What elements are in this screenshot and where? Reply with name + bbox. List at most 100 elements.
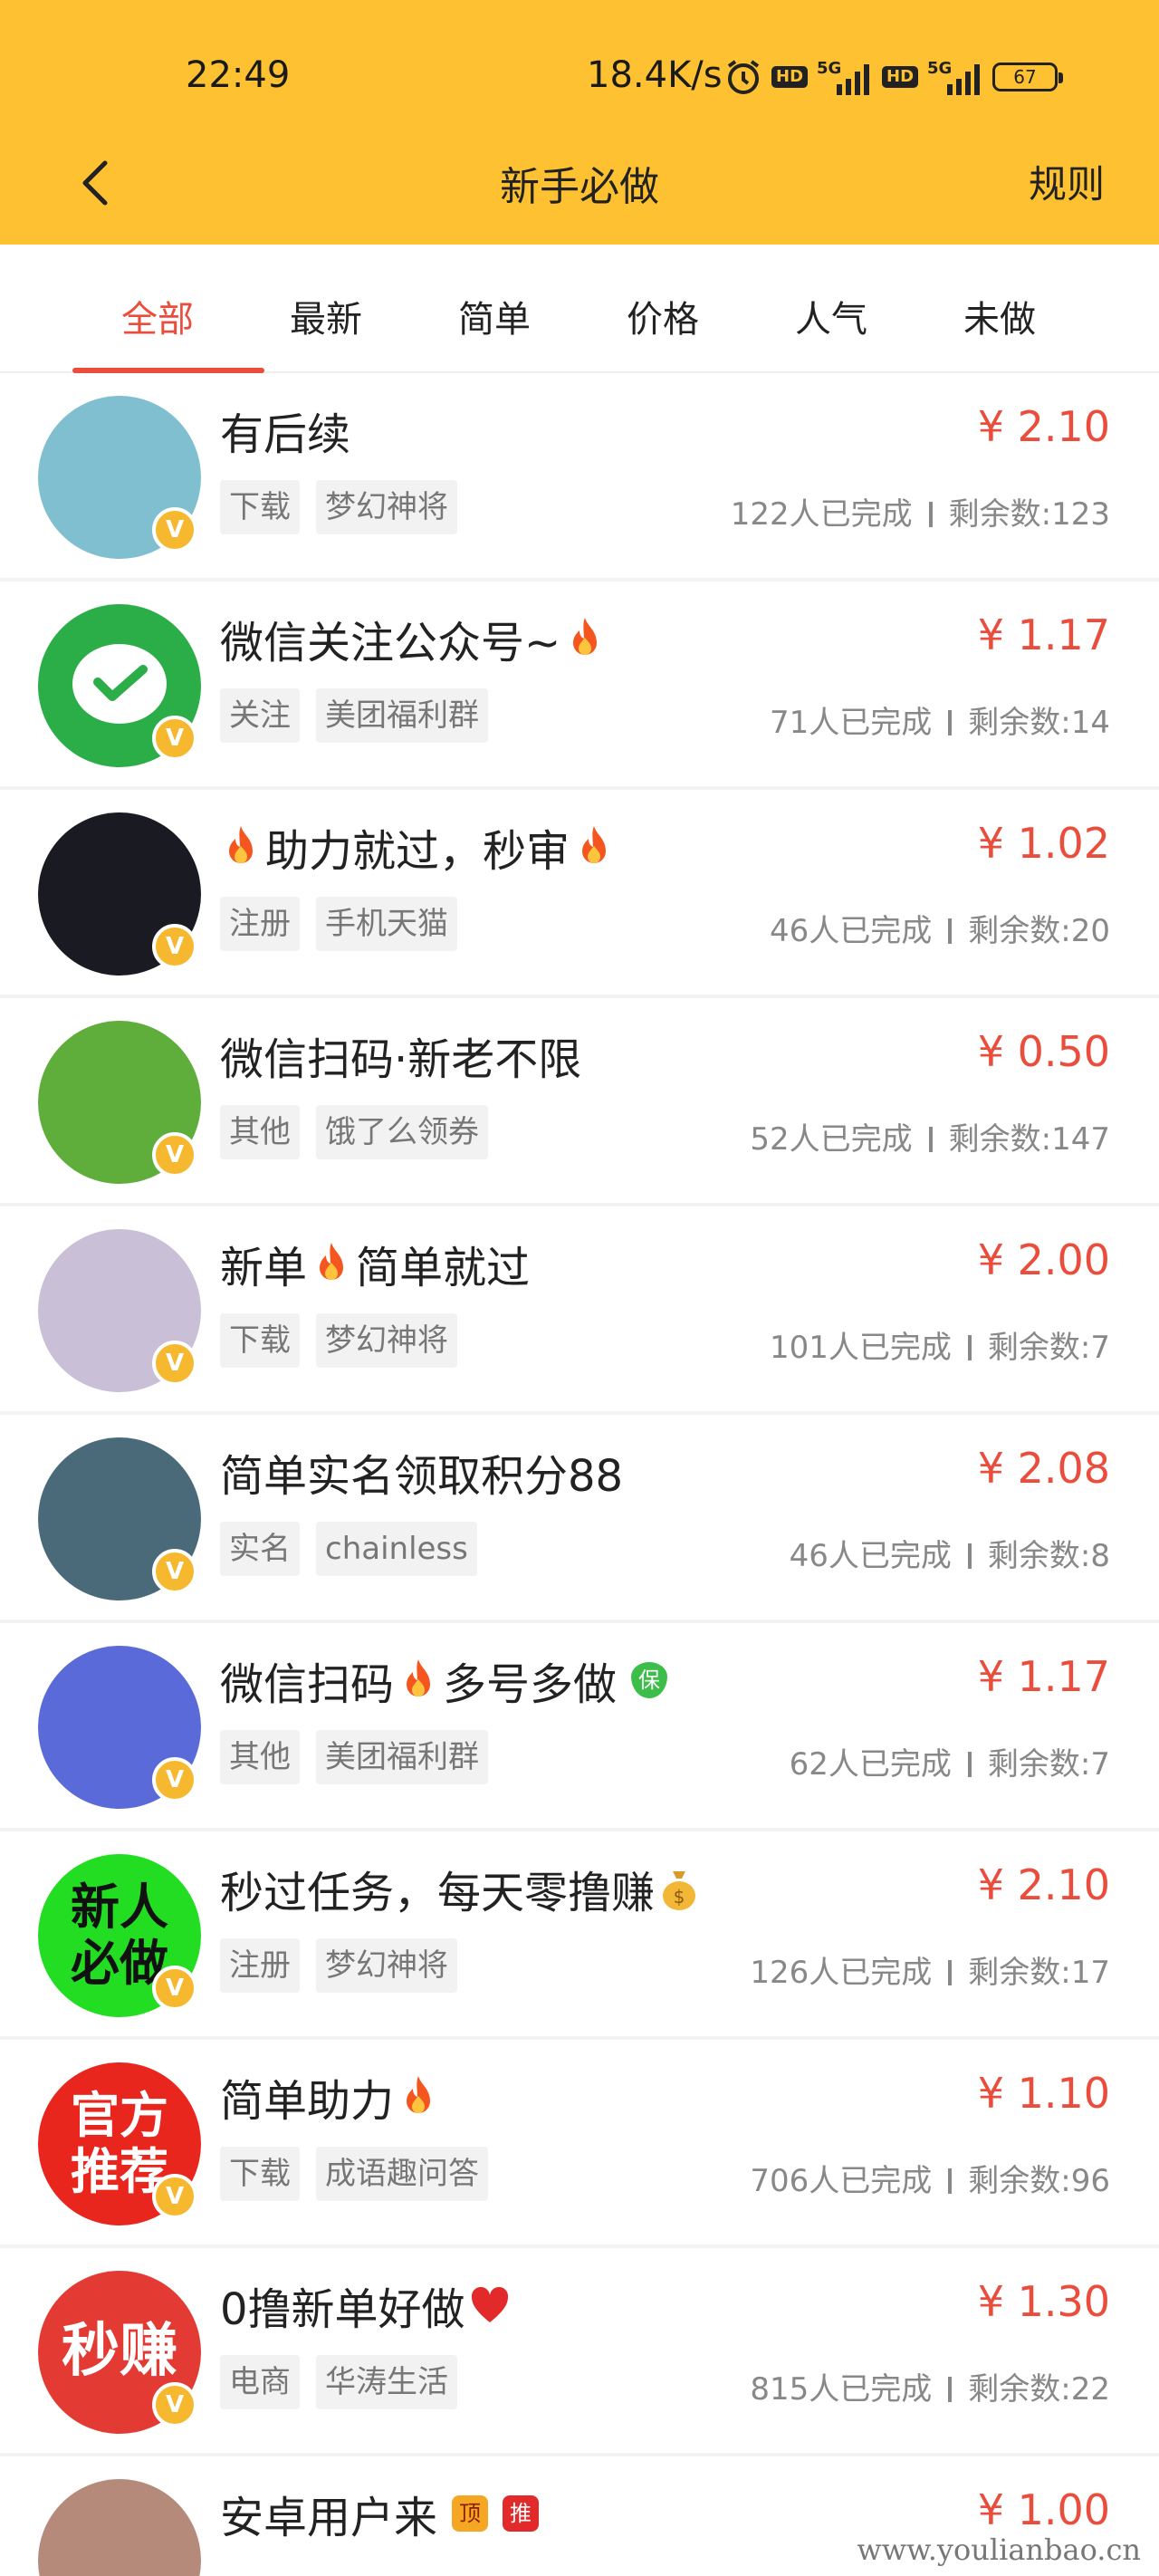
task-tag: 其他 <box>220 1105 300 1159</box>
task-item[interactable]: 新人必做 V 秒过任务，每天零撸赚 $ ¥ 2.10 注册 梦幻神将 126人已完成 剩余数:1… <box>0 1831 1159 2040</box>
task-title-text: 助力就过，秒审 <box>265 826 570 877</box>
task-title: 微信扫码·新老不限 <box>220 1024 581 1087</box>
divider <box>948 1960 953 1985</box>
task-price: ¥ 2.10 <box>977 1860 1110 1909</box>
status-icons: HD 5G HD 5G 67 <box>724 56 1064 98</box>
signal-5g-icon: 5G <box>927 59 983 95</box>
completed-count: 46人已完成 <box>789 1538 952 1574</box>
remaining-count: 剩余数:17 <box>968 1955 1110 1991</box>
task-title-text: 微信关注公众号~ <box>220 618 561 668</box>
task-tag: 实名 <box>220 1522 300 1576</box>
task-price: ¥ 1.17 <box>977 610 1110 659</box>
task-tags: 下载 成语趣问答 <box>220 2147 488 2201</box>
task-title-text: 有后续 <box>220 409 351 460</box>
tab-not-done[interactable]: 未做 <box>918 290 1081 342</box>
task-price: ¥ 1.10 <box>977 2069 1110 2118</box>
divider <box>948 918 953 944</box>
divider <box>928 1127 933 1152</box>
net-speed: 18.4K/s <box>587 54 723 96</box>
task-item[interactable]: V 微信扫码 多号多做保 ¥ 1.17 其他 美团福利群 62人已完成 剩余数:7 <box>0 1623 1159 1831</box>
tab-simple[interactable]: 简单 <box>413 290 576 342</box>
task-tag: 下载 <box>220 1313 300 1368</box>
money-bag-icon: $ <box>663 1871 696 1910</box>
remaining-count: 剩余数:7 <box>987 1746 1110 1783</box>
task-item[interactable]: 官方推荐 V 简单助力 ¥ 1.10 下载 成语趣问答 706人已完成 剩余数:96 <box>0 2040 1159 2248</box>
completed-count: 122人已完成 <box>730 496 913 533</box>
tab-newest[interactable]: 最新 <box>244 290 407 342</box>
task-stats: 46人已完成 剩余数:8 <box>790 1531 1110 1575</box>
task-tags: 注册 梦幻神将 <box>220 1938 457 1993</box>
task-price: ¥ 0.50 <box>977 1027 1110 1076</box>
verified-badge-icon: V <box>152 507 197 553</box>
fire-icon <box>407 2076 431 2113</box>
task-title-text: 微信扫码·新老不限 <box>220 1034 582 1085</box>
completed-count: 101人已完成 <box>770 1330 952 1366</box>
task-item[interactable]: V 助力就过，秒审 ¥ 1.02 注册 手机天猫 46人已完成 剩余数:20 <box>0 790 1159 998</box>
task-tag: 电商 <box>220 2355 300 2409</box>
task-title-text: 秒过任务，每天零撸赚 <box>220 1868 656 1918</box>
task-list: V 有后续 ¥ 2.10 下载 梦幻神将 122人已完成 剩余数:123 V 微信关注公众号~ ¥… <box>0 373 1159 2576</box>
task-stats: 62人已完成 剩余数:7 <box>790 1739 1110 1783</box>
task-price: ¥ 2.08 <box>977 1444 1110 1493</box>
rules-link[interactable]: 规则 <box>1029 154 1105 209</box>
task-price: ¥ 1.02 <box>977 819 1110 868</box>
tab-popularity[interactable]: 人气 <box>750 290 913 342</box>
task-title-text: 新单 <box>220 1243 308 1293</box>
svg-text:$: $ <box>674 1886 685 1908</box>
divider <box>948 710 953 735</box>
tab-price[interactable]: 价格 <box>581 290 744 342</box>
task-item[interactable]: V 微信关注公众号~ ¥ 1.17 关注 美团福利群 71人已完成 剩余数:14 <box>0 582 1159 790</box>
divider <box>967 1335 972 1360</box>
fire-icon <box>407 1659 431 1697</box>
task-price: ¥ 1.00 <box>977 2485 1110 2534</box>
task-tag: 下载 <box>220 480 300 534</box>
fire-icon <box>229 826 253 863</box>
remaining-count: 剩余数:14 <box>968 705 1110 741</box>
task-tag: 注册 <box>220 1938 300 1993</box>
task-title: 简单助力 <box>220 2065 439 2129</box>
task-stats: 815人已完成 剩余数:22 <box>750 2364 1110 2408</box>
task-title-text: 微信扫码 <box>220 1659 395 1710</box>
completed-count: 126人已完成 <box>750 1955 933 1991</box>
tab-all[interactable]: 全部 <box>76 290 239 342</box>
task-title: 0撸新单好做 <box>220 2273 511 2337</box>
task-stats: 46人已完成 剩余数:20 <box>770 906 1110 950</box>
completed-count: 706人已完成 <box>750 2163 933 2199</box>
task-item[interactable]: V 新单 简单就过 ¥ 2.00 下载 梦幻神将 101人已完成 剩余数:7 <box>0 1206 1159 1415</box>
task-tag: 其他 <box>220 1730 300 1784</box>
completed-count: 815人已完成 <box>750 2371 933 2408</box>
task-title-text: 安卓用户来 <box>220 2493 438 2543</box>
task-title: 微信关注公众号~ <box>220 607 606 670</box>
task-item[interactable]: V 简单实名领取积分88 ¥ 2.08 实名 chainless 46人已完成 剩余数:8 <box>0 1415 1159 1623</box>
verified-badge-icon: V <box>152 1341 197 1386</box>
task-price: ¥ 1.17 <box>977 1652 1110 1701</box>
task-tags: 下载 梦幻神将 <box>220 480 457 534</box>
task-tag: 美团福利群 <box>316 1730 488 1784</box>
task-price: ¥ 2.10 <box>977 402 1110 451</box>
remaining-count: 剩余数:22 <box>968 2371 1110 2408</box>
verified-badge-icon: V <box>152 716 197 761</box>
task-tag: 关注 <box>220 688 300 743</box>
hd-icon: HD <box>882 66 919 88</box>
task-item[interactable]: 秒赚 V 0撸新单好做 ¥ 1.30 电商 华涛生活 815人已完成 剩余数:22 <box>0 2248 1159 2456</box>
remaining-count: 剩余数:96 <box>968 2163 1110 2199</box>
heart-icon <box>471 2286 508 2322</box>
task-tag: 华涛生活 <box>316 2355 457 2409</box>
verified-badge-icon: V <box>152 1549 197 1594</box>
task-item[interactable]: V 有后续 ¥ 2.10 下载 梦幻神将 122人已完成 剩余数:123 <box>0 373 1159 582</box>
task-tags: 电商 华涛生活 <box>220 2355 457 2409</box>
task-title-text: 简单助力 <box>220 2076 395 2127</box>
task-price: ¥ 1.30 <box>977 2277 1110 2326</box>
recommend-badge: 推 <box>503 2495 540 2532</box>
divider <box>948 2168 953 2194</box>
verified-badge-icon: V <box>152 1966 197 2011</box>
fire-icon <box>573 618 598 655</box>
task-stats: 126人已完成 剩余数:17 <box>750 1947 1110 1992</box>
signal-5g-icon: 5G <box>817 59 873 95</box>
task-item[interactable]: V 微信扫码·新老不限 ¥ 0.50 其他 饿了么领券 52人已完成 剩余数:147 <box>0 998 1159 1206</box>
task-stats: 101人已完成 剩余数:7 <box>770 1322 1110 1367</box>
task-tag: 梦幻神将 <box>316 1938 457 1993</box>
task-title: 新单 简单就过 <box>220 1232 530 1295</box>
completed-count: 62人已完成 <box>789 1746 952 1783</box>
task-tags: 下载 梦幻神将 <box>220 1313 457 1368</box>
